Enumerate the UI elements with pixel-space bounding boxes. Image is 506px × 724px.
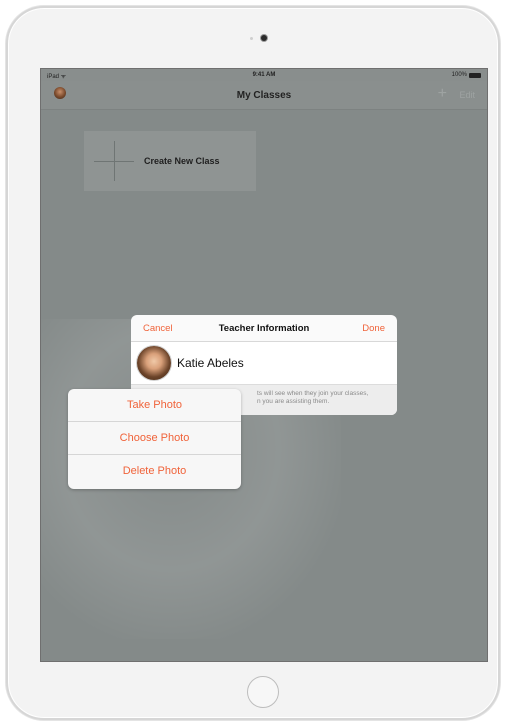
photo-action-sheet: Take Photo Choose Photo Delete Photo: [68, 389, 241, 489]
status-time: 9:41 AM: [252, 72, 276, 78]
teacher-avatar[interactable]: [137, 346, 171, 380]
status-bar: iPad ᯤ 9:41 AM 100%: [41, 69, 487, 81]
page-title: My Classes: [236, 90, 292, 101]
teacher-name-field[interactable]: Katie Abeles: [177, 356, 244, 370]
battery-status: 100%: [452, 72, 481, 78]
navigation-bar: My Classes + Edit: [41, 81, 487, 110]
screen: iPad ᯤ 9:41 AM 100% My Classes + Edit Cr…: [40, 68, 488, 662]
edit-button[interactable]: Edit: [459, 90, 475, 100]
done-button[interactable]: Done: [362, 323, 385, 334]
take-photo-button[interactable]: Take Photo: [68, 389, 241, 422]
battery-icon: [469, 72, 481, 78]
light-sensor: [250, 37, 253, 40]
dialog-title: Teacher Information: [218, 323, 310, 334]
battery-percent: 100%: [451, 72, 467, 78]
footnote-line-2: n you are assisting them.: [257, 398, 330, 405]
teacher-row: Katie Abeles: [131, 342, 397, 385]
create-class-label: Create New Class: [144, 156, 220, 166]
home-button[interactable]: [247, 676, 279, 708]
add-icon[interactable]: +: [438, 85, 447, 103]
front-camera: [261, 35, 267, 41]
delete-photo-button[interactable]: Delete Photo: [68, 455, 241, 489]
dialog-header: Cancel Teacher Information Done: [131, 315, 397, 342]
plus-icon-horizontal: [94, 161, 134, 162]
choose-photo-button[interactable]: Choose Photo: [68, 422, 241, 455]
create-new-class-card[interactable]: Create New Class: [84, 131, 256, 191]
footnote-line-1: ts will see when they join your classes,: [257, 390, 369, 397]
